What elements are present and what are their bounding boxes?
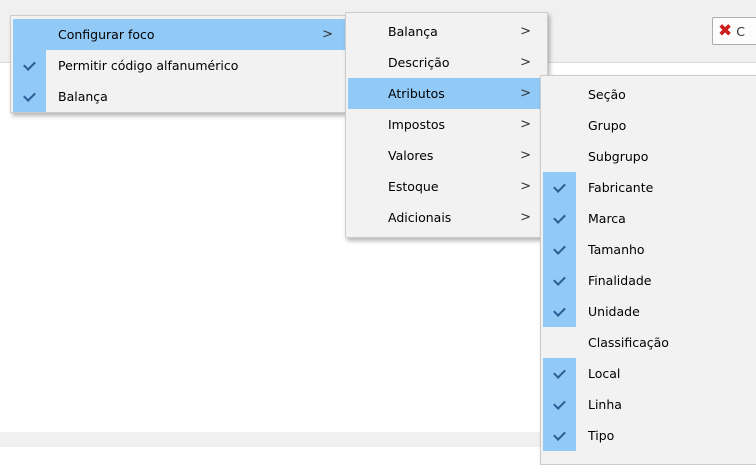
- menu-item-label: Impostos: [388, 117, 446, 132]
- check-icon: [553, 272, 566, 286]
- chevron-right-icon: >: [520, 117, 531, 132]
- submenu-item-atributos[interactable]: Atributos >: [348, 78, 545, 109]
- check-column: [348, 202, 381, 233]
- menu-item-label: Adicionais: [388, 210, 452, 225]
- menu-item-label: Permitir código alfanumérico: [58, 58, 239, 73]
- menu-item-label: Local: [588, 366, 621, 381]
- attribute-item-fabricante[interactable]: Fabricante: [543, 172, 756, 203]
- menu-item-label: Marca: [588, 211, 626, 226]
- check-icon: [553, 179, 566, 193]
- check-column: [543, 110, 576, 141]
- context-menu-main: Configurar foco > Permitir código alfanu…: [10, 15, 350, 113]
- close-button-label: C: [736, 23, 745, 39]
- chevron-right-icon: >: [520, 179, 531, 194]
- attribute-item-grupo[interactable]: Grupo: [543, 110, 756, 141]
- menu-item-label: Finalidade: [588, 273, 652, 288]
- menu-item-label: Configurar foco: [58, 27, 155, 42]
- check-icon: [23, 57, 36, 71]
- check-column: [348, 47, 381, 78]
- check-icon: [553, 396, 566, 410]
- attribute-item-marca[interactable]: Marca: [543, 203, 756, 234]
- check-column: [13, 19, 46, 50]
- check-column: [543, 203, 576, 234]
- menu-item-label: Balança: [388, 24, 438, 39]
- attribute-item-unidade[interactable]: Unidade: [543, 296, 756, 327]
- submenu-configurar-foco: Balança > Descrição > Atributos > Impost…: [345, 12, 548, 238]
- check-column: [543, 358, 576, 389]
- chevron-right-icon: >: [322, 27, 333, 42]
- submenu-item-adicionais[interactable]: Adicionais >: [348, 202, 545, 233]
- menu-item-label: Valores: [388, 148, 434, 163]
- chevron-right-icon: >: [520, 55, 531, 70]
- check-column: [543, 265, 576, 296]
- check-column: [543, 172, 576, 203]
- menu-item-label: Seção: [588, 87, 626, 102]
- submenu-item-descricao[interactable]: Descrição >: [348, 47, 545, 78]
- menu-item-label: Unidade: [588, 304, 640, 319]
- attribute-item-finalidade[interactable]: Finalidade: [543, 265, 756, 296]
- submenu-item-balanca[interactable]: Balança >: [348, 16, 545, 47]
- check-icon: [553, 365, 566, 379]
- attribute-item-subgrupo[interactable]: Subgrupo: [543, 141, 756, 172]
- check-column: [543, 327, 576, 358]
- chevron-right-icon: >: [520, 148, 531, 163]
- check-column: [348, 78, 381, 109]
- check-column: [543, 389, 576, 420]
- menu-item-label: Tamanho: [588, 242, 645, 257]
- check-icon: [23, 88, 36, 102]
- check-column: [348, 109, 381, 140]
- check-column: [543, 141, 576, 172]
- check-icon: [553, 427, 566, 441]
- chevron-right-icon: >: [520, 86, 531, 101]
- check-column: [543, 79, 576, 110]
- check-icon: [553, 303, 566, 317]
- submenu-atributos: Seção Grupo Subgrupo Fabricante Marca Ta…: [540, 75, 756, 465]
- check-column: [348, 171, 381, 202]
- check-column: [348, 140, 381, 171]
- menu-item-label: Linha: [588, 397, 622, 412]
- menu-item-configurar-foco[interactable]: Configurar foco >: [13, 19, 347, 50]
- check-icon: [553, 210, 566, 224]
- menu-item-balanca[interactable]: Balança: [13, 81, 347, 112]
- menu-item-label: Estoque: [388, 179, 439, 194]
- menu-item-label: Grupo: [588, 118, 627, 133]
- attribute-item-local[interactable]: Local: [543, 358, 756, 389]
- attribute-item-tamanho[interactable]: Tamanho: [543, 234, 756, 265]
- menu-item-label: Tipo: [588, 428, 615, 443]
- attribute-item-secao[interactable]: Seção: [543, 79, 756, 110]
- check-column: [13, 81, 46, 112]
- check-icon: [553, 241, 566, 255]
- chevron-right-icon: >: [520, 24, 531, 39]
- check-column: [543, 420, 576, 451]
- menu-item-label: Fabricante: [588, 180, 654, 195]
- menu-item-label: Subgrupo: [588, 149, 649, 164]
- check-column: [13, 50, 46, 81]
- attribute-item-classificacao[interactable]: Classificação: [543, 327, 756, 358]
- attribute-item-linha[interactable]: Linha: [543, 389, 756, 420]
- attribute-item-tipo[interactable]: Tipo: [543, 420, 756, 451]
- chevron-right-icon: >: [520, 210, 531, 225]
- menu-item-permitir-codigo-alfanumerico[interactable]: Permitir código alfanumérico: [13, 50, 347, 81]
- check-column: [543, 296, 576, 327]
- menu-item-label: Balança: [58, 89, 108, 104]
- check-column: [543, 234, 576, 265]
- menu-item-label: Descrição: [388, 55, 450, 70]
- submenu-item-estoque[interactable]: Estoque >: [348, 171, 545, 202]
- check-column: [348, 16, 381, 47]
- submenu-item-valores[interactable]: Valores >: [348, 140, 545, 171]
- menu-item-label: Classificação: [588, 335, 669, 350]
- menu-item-label: Atributos: [388, 86, 445, 101]
- submenu-item-impostos[interactable]: Impostos >: [348, 109, 545, 140]
- close-icon: ✖: [718, 20, 733, 41]
- close-button[interactable]: ✖ C: [712, 17, 756, 45]
